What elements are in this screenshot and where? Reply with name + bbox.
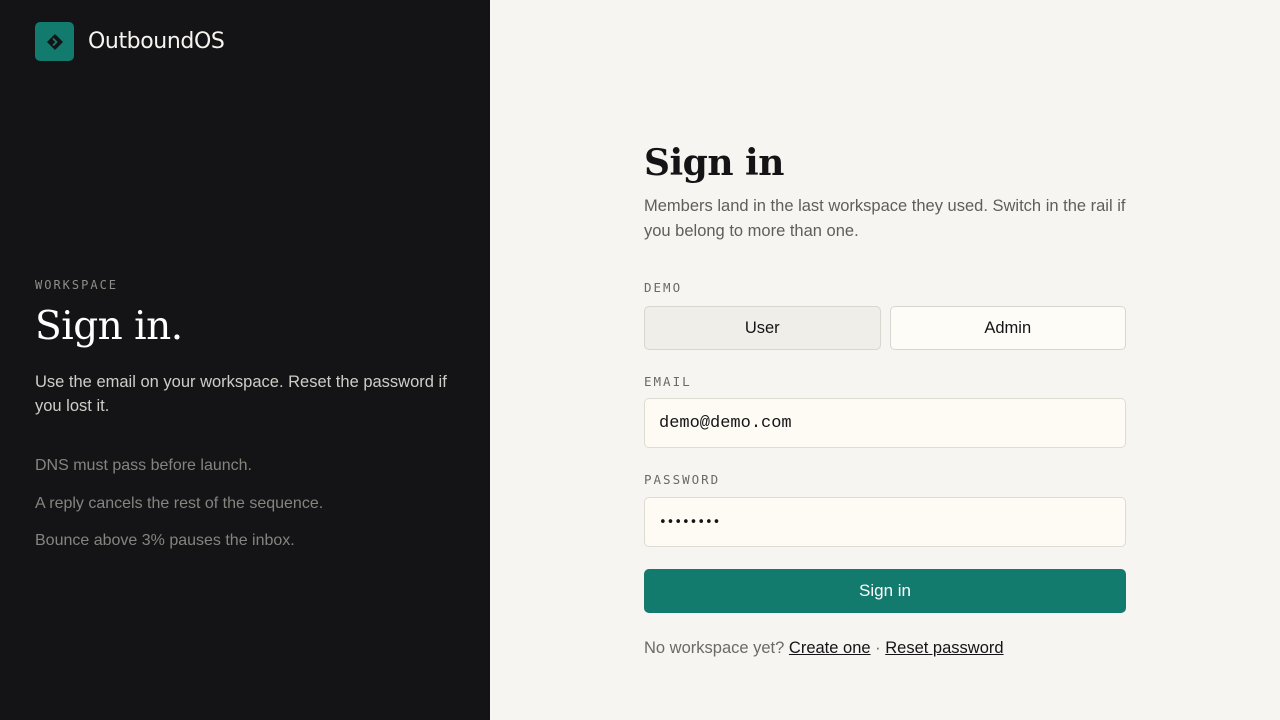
demo-user-button[interactable]: User xyxy=(644,306,881,350)
chevron-diamond-icon xyxy=(35,22,74,61)
password-field[interactable]: •••••••• xyxy=(644,497,1126,547)
create-workspace-link[interactable]: Create one xyxy=(789,639,871,657)
sign-in-button[interactable]: Sign in xyxy=(644,569,1126,613)
page-title: Sign in xyxy=(644,142,784,184)
brand-panel: OutboundOS WORKSPACE Sign in. Use the em… xyxy=(0,0,490,720)
tip-item: A reply cancels the rest of the sequence… xyxy=(35,494,324,512)
demo-admin-button[interactable]: Admin xyxy=(889,306,1126,350)
sign-in-form: Sign in Members land in the last workspa… xyxy=(644,140,1126,657)
page-subtitle: Members land in the last workspace they … xyxy=(644,197,1126,240)
demo-label: DEMO xyxy=(644,280,683,295)
brand-name: OutboundOS xyxy=(88,29,225,54)
email-label: EMAIL xyxy=(644,374,692,389)
tip-item: Bounce above 3% pauses the inbox. xyxy=(35,532,295,549)
footer-prefix: No workspace yet? xyxy=(644,639,785,657)
password-label: PASSWORD xyxy=(644,472,721,487)
demo-role-toggle: User Admin xyxy=(644,306,1126,350)
email-field[interactable]: demo@demo.com xyxy=(644,398,1126,448)
form-footer: No workspace yet? Create one · Reset pas… xyxy=(644,639,1004,658)
footer-separator: · xyxy=(875,639,881,657)
reset-password-link[interactable]: Reset password xyxy=(885,639,1003,657)
panel-description: Use the email on your workspace. Reset t… xyxy=(35,373,447,415)
brand[interactable]: OutboundOS xyxy=(35,22,225,61)
tip-item: DNS must pass before launch. xyxy=(35,457,252,474)
workspace-eyebrow: WORKSPACE xyxy=(35,278,119,292)
tips-list: DNS must pass before launch. A reply can… xyxy=(35,455,323,568)
panel-title: Sign in. xyxy=(35,304,183,349)
